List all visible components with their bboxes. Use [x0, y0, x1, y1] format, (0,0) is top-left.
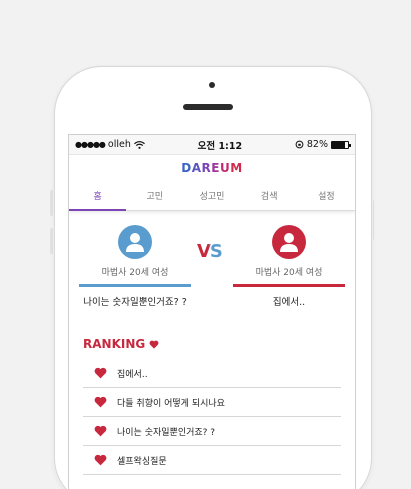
- status-time: 오전 1:12: [197, 140, 243, 152]
- ranking-list: 집에서.. 다들 취향이 어떻게 되시나요 나이는 숫자일뿐인거죠? ? 셀프왁…: [83, 359, 341, 475]
- heart-icon: [83, 425, 117, 437]
- user-avatar-icon: [272, 225, 306, 259]
- rotation-lock-icon: [295, 140, 304, 149]
- vs-label: VS: [197, 241, 223, 262]
- logo-letter: E: [211, 161, 220, 175]
- logo-letter: U: [220, 161, 231, 175]
- tab-bar: 홈 고민 성고민 검색 설정: [69, 181, 355, 211]
- signal-dots-icon: ●●●●●: [75, 140, 106, 149]
- ranking-item[interactable]: 나이는 숫자일뿐인거죠? ?: [83, 417, 341, 446]
- ranking-title: RANKING: [83, 337, 355, 351]
- vs-section: 마법사 20세 여성 나이는 숫자일뿐인거죠? ? VS 마법사 20세 여성 …: [69, 211, 355, 323]
- ranking-item-text: 나이는 숫자일뿐인거죠? ?: [117, 427, 216, 438]
- user-avatar-icon: [118, 225, 152, 259]
- logo-letter: A: [191, 161, 202, 175]
- app-screen: ●●●●● olleh 오전 1:12 82% DAREUM 홈 고민 성고민: [68, 134, 356, 489]
- ranking-item-text: 셀프왁싱질문: [117, 456, 167, 467]
- tab-worries[interactable]: 고민: [126, 181, 183, 210]
- user-gender-label: 마법사 20세 여성: [101, 268, 169, 278]
- status-bar: ●●●●● olleh 오전 1:12 82%: [69, 135, 355, 155]
- tab-search[interactable]: 검색: [241, 181, 298, 210]
- vs-card-right[interactable]: 마법사 20세 여성 집에서..: [233, 225, 345, 308]
- heart-icon: [83, 396, 117, 408]
- tab-sex-worries[interactable]: 성고민: [183, 181, 240, 210]
- ranking-item[interactable]: 집에서..: [83, 359, 341, 388]
- question-text: 나이는 숫자일뿐인거죠? ?: [83, 297, 187, 308]
- ranking-item[interactable]: 다들 취향이 어떻게 되시나요: [83, 388, 341, 417]
- ranking-item-text: 집에서..: [117, 369, 148, 380]
- app-logo: DAREUM: [181, 161, 242, 175]
- wifi-icon: [133, 140, 145, 149]
- logo-letter: R: [201, 161, 212, 175]
- carrier-name: olleh: [107, 139, 131, 150]
- earpiece-speaker: [183, 104, 233, 110]
- heart-icon: [149, 340, 159, 349]
- front-camera: [209, 82, 215, 88]
- red-underline: [233, 284, 345, 287]
- heart-icon: [83, 454, 117, 466]
- logo-letter: M: [230, 161, 243, 175]
- battery-percent: 82%: [306, 139, 328, 150]
- logo-letter: D: [181, 161, 192, 175]
- ranking-item-text: 다들 취향이 어떻게 되시나요: [117, 398, 225, 409]
- tab-settings[interactable]: 설정: [298, 181, 355, 210]
- vs-card-left[interactable]: 마법사 20세 여성 나이는 숫자일뿐인거죠? ?: [79, 225, 191, 308]
- app-header: DAREUM: [69, 155, 355, 181]
- ranking-item[interactable]: 셀프왁싱질문: [83, 446, 341, 475]
- tab-home[interactable]: 홈: [69, 181, 127, 211]
- blue-underline: [79, 284, 191, 287]
- heart-icon: [83, 367, 117, 379]
- question-text: 집에서..: [272, 297, 306, 308]
- battery-icon: [330, 140, 351, 149]
- user-gender-label: 마법사 20세 여성: [255, 268, 323, 278]
